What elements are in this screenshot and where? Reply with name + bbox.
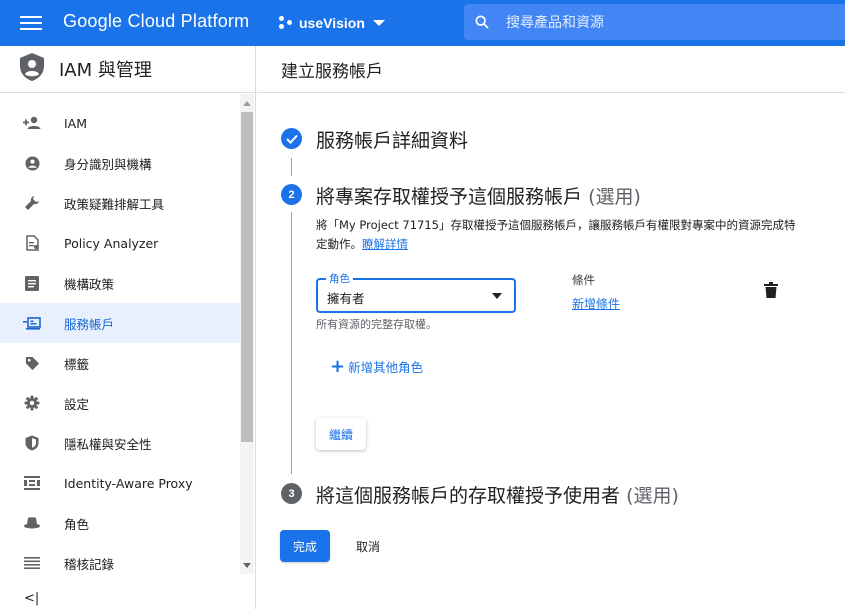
role-select[interactable]: 角色 擁有者	[316, 271, 516, 313]
policy-document-icon	[23, 234, 41, 252]
step2-badge: 2	[281, 184, 302, 205]
person-add-icon	[23, 114, 41, 132]
cancel-button[interactable]: 取消	[345, 530, 391, 562]
learn-more-link[interactable]: 瞭解詳情	[362, 237, 408, 251]
menu-icon[interactable]	[20, 12, 42, 34]
search-placeholder: 搜尋產品和資源	[506, 15, 604, 31]
dropdown-arrow-icon	[492, 293, 502, 299]
project-name: useVision	[299, 15, 365, 31]
sidebar-item-label: IAM	[64, 115, 88, 131]
sidebar-item-service-accounts[interactable]: 服務帳戶	[0, 303, 240, 343]
sidebar-item-identity[interactable]: 身分識別與機構	[0, 143, 240, 183]
add-condition-link[interactable]: 新增條件	[572, 295, 620, 312]
step3-badge: 3	[281, 483, 302, 504]
plus-icon: +	[330, 355, 346, 377]
stepper-connector	[291, 158, 292, 176]
role-select-value: 擁有者	[327, 291, 365, 306]
continue-button[interactable]: 繼續	[316, 418, 366, 450]
scroll-down-arrow-icon[interactable]	[243, 563, 251, 568]
sidebar-item-label: 稽核記錄	[64, 556, 115, 572]
step2-title: 將專案存取權授予這個服務帳戶	[316, 186, 583, 208]
step2-optional: (選用)	[588, 186, 641, 208]
search-icon	[464, 14, 500, 30]
sidebar-nav: IAM 身分識別與機構 政策疑難排解工具 Policy Analyzer 機構政…	[0, 103, 240, 583]
page-title: 建立服務帳戶	[281, 61, 383, 82]
account-circle-icon	[23, 154, 41, 172]
done-button[interactable]: 完成	[280, 530, 330, 562]
label-tag-icon	[23, 354, 41, 372]
condition-label: 條件	[572, 273, 595, 287]
sidebar-item-troubleshooter[interactable]: 政策疑難排解工具	[0, 183, 240, 223]
sidebar-item-label: 政策疑難排解工具	[64, 196, 165, 212]
trash-icon[interactable]	[764, 282, 780, 300]
security-shield-icon	[19, 52, 45, 86]
add-role-label: 新增其他角色	[348, 360, 424, 375]
hat-icon	[23, 514, 41, 532]
step3-title: 將這個服務帳戶的存取權授予使用者	[316, 485, 621, 507]
step3-optional: (選用)	[626, 485, 679, 507]
sidebar-item-labels[interactable]: 標籤	[0, 343, 240, 383]
sidebar: IAM 與管理 IAM 身分識別與機構 政策疑難排解工具 Policy Anal…	[0, 46, 256, 609]
sidebar-scrollbar[interactable]	[240, 94, 254, 574]
sidebar-item-privacy-security[interactable]: 隱私權與安全性	[0, 423, 240, 463]
step3-heading[interactable]: 將這個服務帳戶的存取權授予使用者 (選用)	[316, 481, 679, 508]
step1-title[interactable]: 服務帳戶詳細資料	[316, 126, 468, 153]
sidebar-item-label: 標籤	[64, 356, 90, 372]
scrollbar-thumb[interactable]	[241, 112, 253, 442]
wrench-icon	[23, 194, 41, 212]
role-hint: 所有資源的完整存取權。	[316, 318, 437, 331]
project-dots-icon	[279, 16, 293, 30]
sidebar-item-audit-logs[interactable]: 稽核記錄	[0, 543, 240, 583]
step2-heading: 將專案存取權授予這個服務帳戶 (選用)	[316, 182, 641, 209]
main-content: 建立服務帳戶 服務帳戶詳細資料 2 將專案存取權授予這個服務帳戶 (選用) 將「…	[257, 46, 845, 609]
search-input[interactable]: 搜尋產品和資源	[464, 4, 845, 40]
collapse-sidebar-button[interactable]: <|	[24, 591, 39, 606]
sidebar-item-label: Policy Analyzer	[64, 235, 159, 251]
sidebar-item-label: 服務帳戶	[64, 316, 115, 332]
top-app-bar: Google Cloud Platform useVision 搜尋產品和資源	[0, 0, 845, 46]
step2-description-block: 將「My Project 71715」存取權授予這個服務帳戶，讓服務帳戶有權限對…	[316, 216, 796, 254]
role-select-label: 角色	[326, 271, 353, 286]
page-header: 建立服務帳戶	[257, 46, 845, 93]
sidebar-item-label: 隱私權與安全性	[64, 436, 152, 452]
scroll-up-arrow-icon[interactable]	[243, 101, 251, 106]
chevron-down-icon	[372, 20, 385, 26]
sidebar-item-policy-analyzer[interactable]: Policy Analyzer	[0, 223, 240, 263]
lines-icon	[23, 554, 41, 572]
stepper-connector	[291, 212, 292, 474]
sidebar-header: IAM 與管理	[0, 46, 255, 93]
sidebar-item-label: Identity-Aware Proxy	[64, 475, 193, 491]
service-account-icon	[23, 314, 41, 332]
sidebar-item-iap[interactable]: Identity-Aware Proxy	[0, 463, 240, 503]
gear-icon	[23, 394, 41, 412]
sidebar-item-org-policy[interactable]: 機構政策	[0, 263, 240, 303]
sidebar-item-roles[interactable]: 角色	[0, 503, 240, 543]
proxy-grid-icon	[23, 474, 41, 492]
sidebar-item-label: 機構政策	[64, 276, 115, 292]
brand-logo[interactable]: Google Cloud Platform	[63, 11, 249, 32]
sidebar-title: IAM 與管理	[59, 60, 152, 81]
project-selector[interactable]: useVision	[279, 11, 385, 35]
sidebar-item-label: 身分識別與機構	[64, 156, 152, 172]
sidebar-item-settings[interactable]: 設定	[0, 383, 240, 423]
sidebar-item-iam[interactable]: IAM	[0, 103, 240, 143]
add-another-role-button[interactable]: + 新增其他角色	[330, 357, 423, 376]
shield-icon	[23, 434, 41, 452]
list-document-icon	[23, 274, 41, 292]
sidebar-item-label: 角色	[64, 516, 90, 532]
step-complete-check-icon	[281, 128, 302, 149]
sidebar-item-label: 設定	[64, 396, 90, 412]
